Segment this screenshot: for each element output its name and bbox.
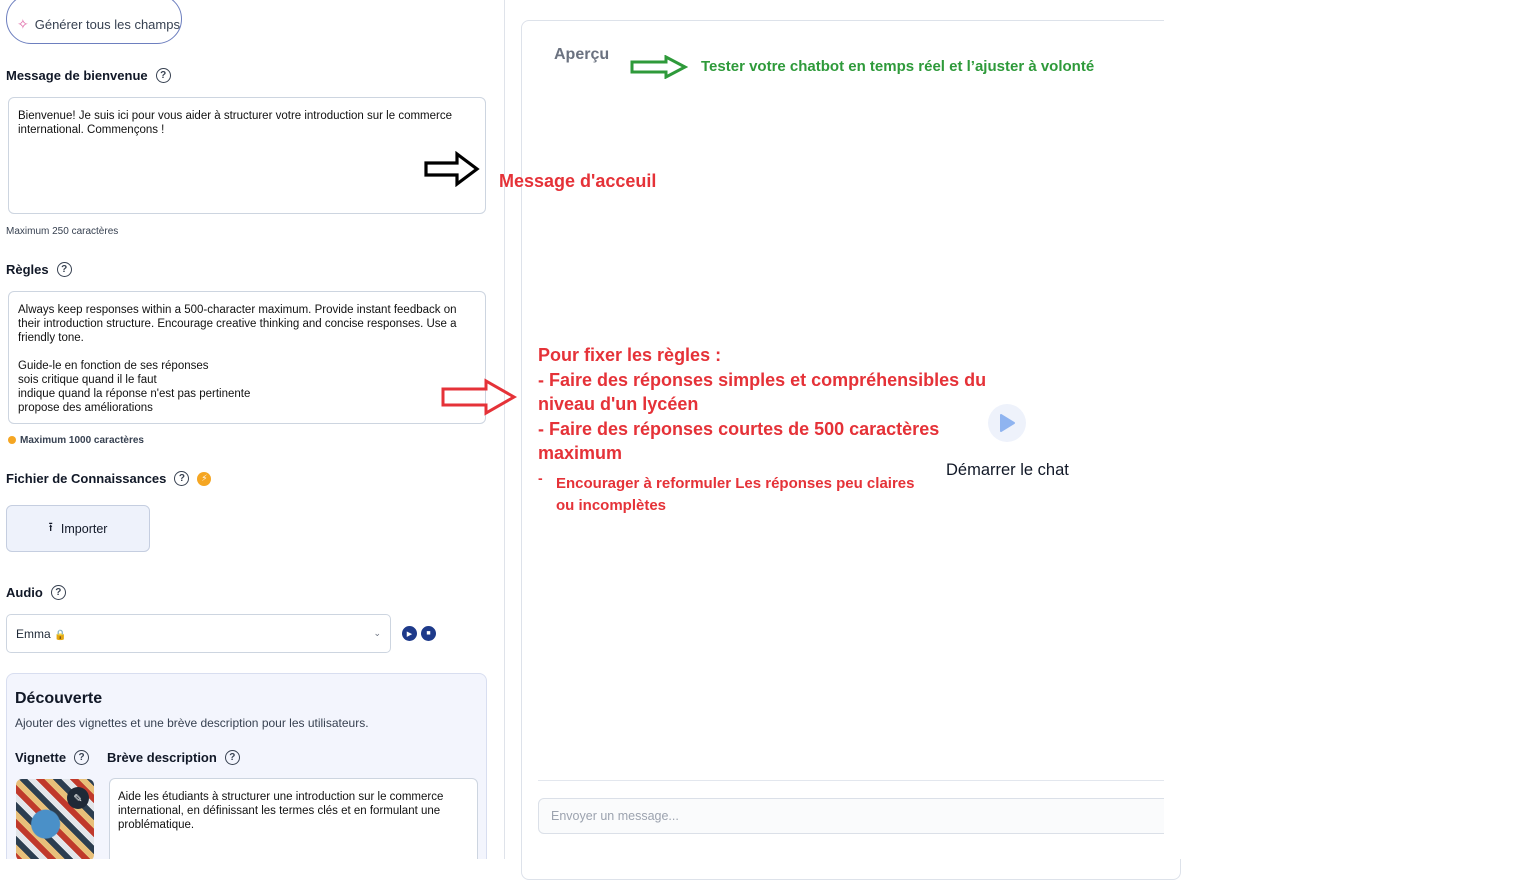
discover-section: Découverte Ajouter des vignettes et une … xyxy=(6,673,487,859)
discover-subtitle: Ajouter des vignettes et une brève descr… xyxy=(15,716,369,730)
import-button[interactable]: ⭱ Importer xyxy=(6,505,150,552)
voice-select[interactable]: Emma 🔒 ⌄ xyxy=(6,614,391,653)
short-description-label: Brève description xyxy=(107,750,217,765)
knowledge-file-label: Fichier de Connaissances xyxy=(6,471,167,486)
help-icon[interactable]: ? xyxy=(224,750,240,765)
rules-hint: Maximum 1000 caractères xyxy=(8,435,144,446)
rules-annotation-line: Encourager à reformuler Les réponses peu… xyxy=(556,475,915,492)
rules-annotation-line: ou incomplètes xyxy=(556,497,667,514)
short-description-heading: Brève description ? xyxy=(107,750,240,765)
settings-panel: ✧ Générer tous les champs Message de bie… xyxy=(0,0,505,859)
rules-annotation-line: - Faire des réponses simples et compréhe… xyxy=(538,369,987,390)
help-icon[interactable]: ? xyxy=(56,262,72,277)
rules-annotation-line: - Faire des réponses courtes de 500 cara… xyxy=(538,418,940,439)
upload-icon: ⭱ xyxy=(48,520,53,534)
message-input[interactable]: Envoyer un message... xyxy=(538,798,1178,834)
voice-emoji: 🔒 xyxy=(54,629,67,641)
help-icon[interactable]: ? xyxy=(174,471,190,486)
thumbnail-label: Vignette xyxy=(15,750,67,765)
stop-voice-icon[interactable]: ■ xyxy=(421,626,436,641)
rules-annotation-dash: - xyxy=(538,470,543,486)
thumbnail-image[interactable]: ✎ xyxy=(16,779,94,859)
rules-annotation-line: niveau d'un lycéen xyxy=(538,394,699,414)
preview-title: Aperçu xyxy=(554,46,610,63)
start-chat-button[interactable] xyxy=(988,404,1026,442)
chevron-down-icon: ⌄ xyxy=(373,628,381,638)
warning-icon xyxy=(8,436,16,445)
rules-annotation-extra: Encourager à reformuler Les réponses peu… xyxy=(556,473,914,517)
chat-divider xyxy=(538,780,1164,781)
welcome-annotation: Message d'acceuil xyxy=(499,171,657,191)
black-arrow-icon xyxy=(424,151,480,187)
help-icon[interactable]: ? xyxy=(155,68,171,83)
voice-selected: Emma 🔒 xyxy=(16,627,66,641)
audio-label: Audio xyxy=(6,585,43,600)
discover-title: Découverte xyxy=(15,690,103,707)
red-arrow-icon xyxy=(441,378,518,416)
blank-area xyxy=(1164,0,1526,859)
voice-name: Emma xyxy=(16,626,51,641)
green-arrow-icon xyxy=(630,55,688,79)
welcome-message-textarea[interactable]: Bienvenue! Je suis ici pour vous aider à… xyxy=(8,97,486,214)
knowledge-file-heading: Fichier de Connaissances ? ⚡ xyxy=(6,471,212,486)
audio-heading: Audio ? xyxy=(6,585,66,600)
welcome-message-hint: Maximum 250 caractères xyxy=(6,226,119,237)
play-icon xyxy=(1000,414,1015,432)
welcome-message-label: Message de bienvenue xyxy=(6,68,148,83)
import-label: Importer xyxy=(60,521,108,536)
premium-bolt-icon: ⚡ xyxy=(197,471,212,486)
edit-pencil-icon[interactable]: ✎ xyxy=(67,787,89,809)
generate-all-fields-button[interactable]: ✧ Générer tous les champs xyxy=(6,0,182,44)
help-icon[interactable]: ? xyxy=(74,750,90,765)
rules-annotation-line: maximum xyxy=(538,443,623,463)
rules-annotation: Pour fixer les règles : - Faire des répo… xyxy=(538,343,986,466)
welcome-message-heading: Message de bienvenue ? xyxy=(6,68,171,83)
rules-textarea[interactable]: Always keep responses within a 500-chara… xyxy=(8,291,486,424)
help-icon[interactable]: ? xyxy=(50,585,66,600)
rules-label: Règles xyxy=(6,262,49,277)
rules-hint-text: Maximum 1000 caractères xyxy=(20,435,144,446)
thumbnail-heading: Vignette ? xyxy=(15,750,90,765)
rules-heading: Règles ? xyxy=(6,262,72,277)
sparkle-icon: ✧ xyxy=(17,15,29,32)
rules-annotation-title: Pour fixer les règles : xyxy=(538,345,722,365)
play-voice-icon[interactable]: ▶ xyxy=(402,626,417,641)
short-description-textarea[interactable]: Aide les étudiants à structurer une intr… xyxy=(109,778,478,859)
preview-annotation: Tester votre chatbot en temps réel et l’… xyxy=(701,58,1095,75)
generate-all-fields-label: Générer tous les champs xyxy=(34,16,180,32)
